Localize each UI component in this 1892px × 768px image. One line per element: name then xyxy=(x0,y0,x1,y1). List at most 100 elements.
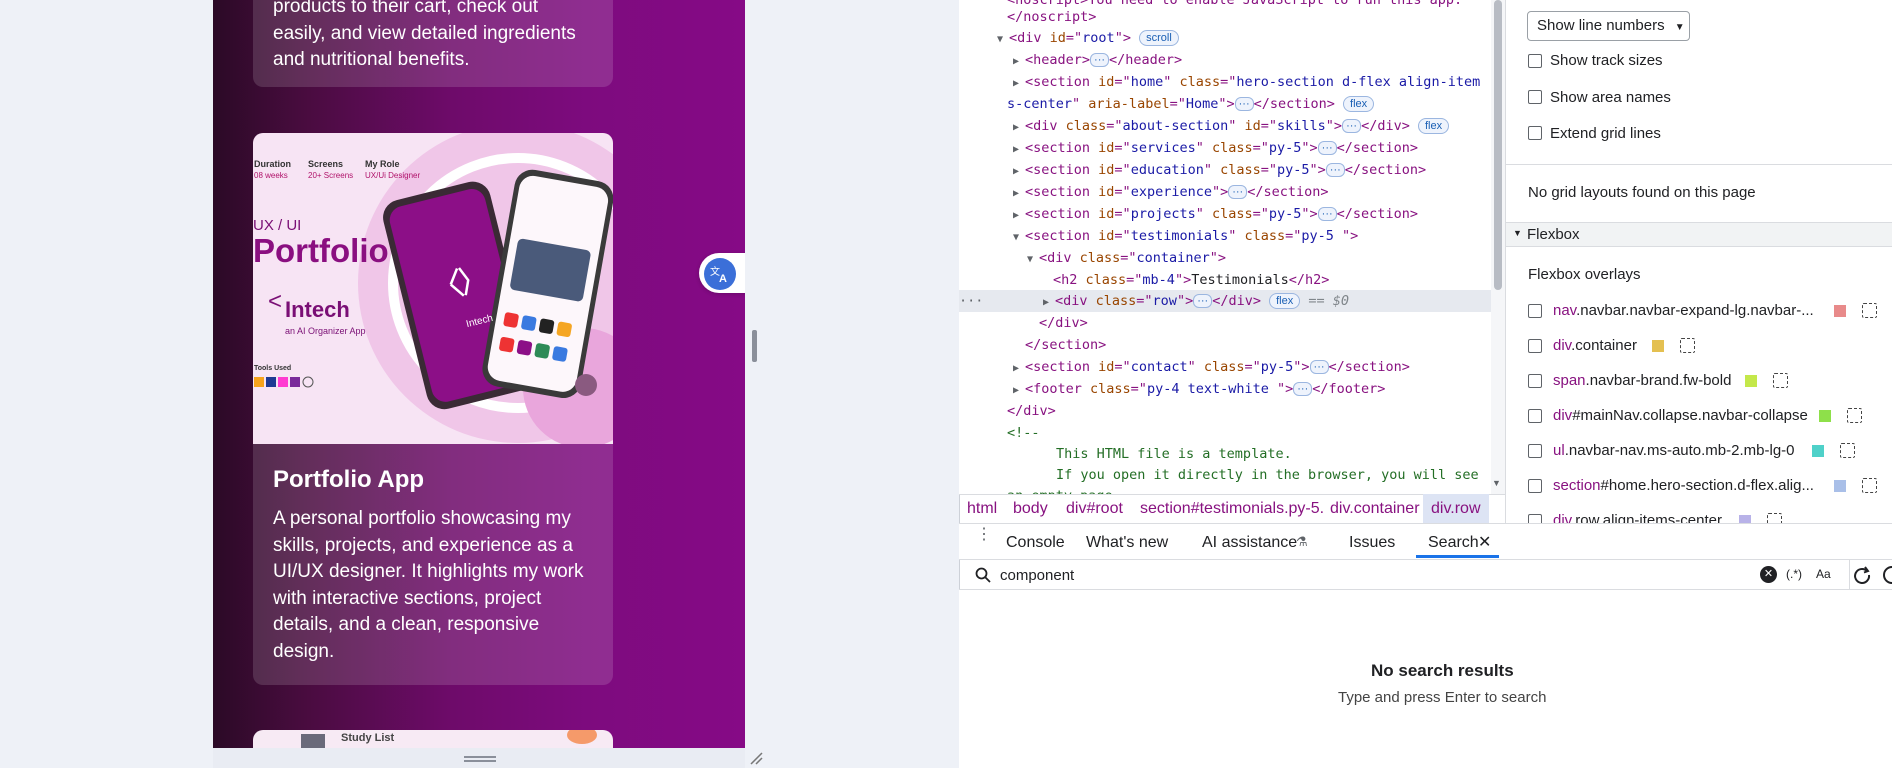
overlay-checkbox[interactable] xyxy=(1528,479,1542,493)
select-element-icon[interactable] xyxy=(1773,373,1788,388)
project-card-portfolio[interactable]: < Duration 08 weeks Screens 20+ Screens … xyxy=(253,133,613,685)
dom-line-home[interactable]: ▶ <section id="home" class="hero-section … xyxy=(1013,71,1480,93)
track-sizes-checkbox[interactable] xyxy=(1528,54,1542,68)
overlay-item[interactable]: div.row.align-items-center xyxy=(1553,512,1722,523)
project-card-study[interactable]: Study List xyxy=(253,730,613,748)
overlay-color-swatch[interactable] xyxy=(1812,445,1824,457)
ellipsis-badge[interactable]: ··· xyxy=(1342,119,1362,133)
select-element-icon[interactable] xyxy=(1862,478,1877,493)
ellipsis-badge[interactable]: ··· xyxy=(1193,294,1213,308)
dom-line-education[interactable]: ▶ <section id="education" class="py-5"> ··… xyxy=(1013,159,1426,181)
tab-console[interactable]: Console xyxy=(1006,534,1065,552)
search-input[interactable] xyxy=(1000,563,1750,587)
dom-line-root-close[interactable]: </div> xyxy=(1007,400,1056,422)
overlay-checkbox[interactable] xyxy=(1528,374,1542,388)
scroll-down-icon[interactable]: ▼ xyxy=(1492,478,1501,488)
elements-tree[interactable]: <noscript>You need to enable JavaScript … xyxy=(959,0,1491,494)
scroll-badge[interactable]: scroll xyxy=(1139,30,1179,46)
collapse-triangle-icon[interactable]: ▶ xyxy=(1013,161,1025,183)
overlay-checkbox[interactable] xyxy=(1528,304,1542,318)
case-toggle[interactable]: Aa xyxy=(1816,567,1831,581)
collapse-triangle-icon[interactable]: ▶ xyxy=(1013,51,1025,73)
collapse-triangle-icon[interactable]: ▶ xyxy=(1013,117,1025,139)
breadcrumb-testimonials[interactable]: section#testimonials.py-5. xyxy=(1140,500,1324,518)
overlay-color-swatch[interactable] xyxy=(1739,515,1751,523)
ellipsis-badge[interactable]: ··· xyxy=(1309,360,1329,374)
ellipsis-badge[interactable]: ··· xyxy=(1317,207,1337,221)
more-tabs-icon[interactable]: ⋮ xyxy=(976,527,992,543)
line-numbers-select[interactable]: Show line numbers ▼ xyxy=(1527,11,1690,41)
dom-line-footer[interactable]: ▶ <footer class="py-4 text-white "> ··· </f… xyxy=(1013,378,1385,400)
breadcrumb-body[interactable]: body xyxy=(1013,500,1048,518)
dom-line-about[interactable]: ▶ <div class="about-section" id="skills">… xyxy=(1013,115,1450,139)
flex-badge[interactable]: flex xyxy=(1417,118,1450,134)
refresh-icon[interactable] xyxy=(1852,565,1872,585)
overlay-checkbox[interactable] xyxy=(1528,409,1542,423)
dom-line-contact[interactable]: ▶ <section id="contact" class="py-5"> ··· <… xyxy=(1013,356,1410,378)
elements-scroll-thumb[interactable] xyxy=(1494,0,1502,290)
ellipsis-badge[interactable]: ··· xyxy=(1325,163,1345,177)
ellipsis-badge[interactable]: ··· xyxy=(1293,382,1313,396)
dom-line[interactable]: </noscript> xyxy=(1007,6,1096,28)
tab-whats-new[interactable]: What's new xyxy=(1086,534,1168,552)
select-element-icon[interactable] xyxy=(1840,443,1855,458)
collapse-triangle-icon[interactable]: ▶ xyxy=(1013,139,1025,161)
dom-line-experience[interactable]: ▶ <section id="experience"> ··· </section> xyxy=(1013,181,1329,203)
translate-icon[interactable]: 文A xyxy=(704,258,736,290)
dom-line-row-selected[interactable]: ▶ <div class="row"> ··· </div> flex == $0 xyxy=(1043,290,1349,312)
extend-grid-checkbox[interactable] xyxy=(1528,126,1542,140)
clear-search-icon[interactable]: ✕ xyxy=(1760,566,1777,583)
select-element-icon[interactable] xyxy=(1767,513,1782,523)
collapse-triangle-icon[interactable]: ▶ xyxy=(1013,205,1025,227)
overlay-color-swatch[interactable] xyxy=(1819,410,1831,422)
comment-line[interactable]: If you open it directly in the browser, … xyxy=(1056,464,1479,486)
ellipsis-badge[interactable]: ··· xyxy=(1317,141,1337,155)
overlay-item[interactable]: section#home.hero-section.d-flex.alig... xyxy=(1553,477,1814,494)
tab-ai-assistance[interactable]: AI assistance xyxy=(1202,534,1297,552)
overlay-color-swatch[interactable] xyxy=(1834,305,1846,317)
overlay-checkbox[interactable] xyxy=(1528,444,1542,458)
overlay-item[interactable]: span.navbar-brand.fw-bold xyxy=(1553,372,1731,389)
dom-line-services[interactable]: ▶ <section id="services" class="py-5"> ···… xyxy=(1013,137,1418,159)
dom-line-header[interactable]: ▶ <header> ··· </header> xyxy=(1013,49,1182,71)
expand-triangle-icon[interactable]: ▼ xyxy=(997,29,1009,51)
comment-open[interactable]: <!-- xyxy=(1007,422,1040,444)
dom-line-h2[interactable]: <h2 class="mb-4">Testimonials</h2> xyxy=(1053,269,1329,291)
breadcrumb-row[interactable]: div.row xyxy=(1431,500,1481,518)
overlay-item[interactable]: nav.navbar.navbar-expand-lg.navbar-... xyxy=(1553,302,1814,319)
width-resize-handle[interactable] xyxy=(752,330,757,362)
comment-line[interactable]: an empty page. xyxy=(1007,485,1121,494)
select-element-icon[interactable] xyxy=(1862,303,1877,318)
select-element-icon[interactable] xyxy=(1847,408,1862,423)
expand-triangle-icon[interactable]: ▼ xyxy=(1027,249,1039,271)
ellipsis-badge[interactable]: ··· xyxy=(1234,97,1254,111)
row-menu-icon[interactable]: ··· xyxy=(959,290,983,312)
collapse-triangle-icon[interactable]: ▶ xyxy=(1013,358,1025,380)
mobile-preview[interactable]: products to their cart, check out easily… xyxy=(213,0,745,748)
expand-triangle-icon[interactable]: ▼ xyxy=(1013,227,1025,249)
project-card-food[interactable]: products to their cart, check out easily… xyxy=(253,0,613,87)
clear-results-icon[interactable] xyxy=(1882,565,1892,585)
comment-line[interactable]: This HTML file is a template. xyxy=(1056,443,1292,465)
tab-search[interactable]: Search xyxy=(1428,534,1479,552)
breadcrumb-container[interactable]: div.container xyxy=(1330,500,1420,518)
close-icon[interactable]: ✕ xyxy=(1478,532,1491,552)
height-resize-handle[interactable] xyxy=(464,756,496,762)
dom-line-container[interactable]: ▼ <div class="container"> xyxy=(1027,247,1226,269)
corner-resize-icon[interactable] xyxy=(749,751,763,765)
select-element-icon[interactable] xyxy=(1680,338,1695,353)
dom-line-root[interactable]: ▼ <div id="root"> scroll xyxy=(997,27,1179,49)
collapse-triangle-icon[interactable]: ▶ xyxy=(1013,380,1025,402)
flex-badge[interactable]: flex xyxy=(1343,96,1375,112)
dom-line-projects[interactable]: ▶ <section id="projects" class="py-5"> ···… xyxy=(1013,203,1418,225)
chevron-down-icon[interactable]: ▼ xyxy=(1513,228,1522,238)
dom-line-home-cont[interactable]: s-center" aria-label="Home"> ··· </section… xyxy=(1007,93,1375,115)
breadcrumb-root[interactable]: div#root xyxy=(1066,500,1123,518)
dom-line-testimonials[interactable]: ▼ <section id="testimonials" class="py-5 … xyxy=(1013,225,1358,247)
dom-line-section-close[interactable]: </section> xyxy=(1025,334,1106,356)
ellipsis-badge[interactable]: ··· xyxy=(1090,53,1110,67)
collapse-triangle-icon[interactable]: ▶ xyxy=(1013,73,1025,95)
ellipsis-badge[interactable]: ··· xyxy=(1228,185,1248,199)
collapse-triangle-icon[interactable]: ▶ xyxy=(1013,183,1025,205)
regex-toggle[interactable]: (.*) xyxy=(1786,567,1802,581)
